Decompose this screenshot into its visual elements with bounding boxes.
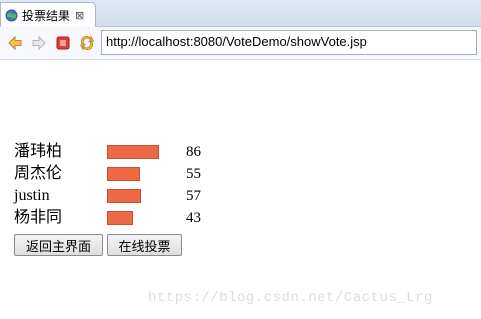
back-to-main-button[interactable]: 返回主界面 [14,234,103,256]
candidate-name: 周杰伦 [14,165,63,182]
watermark-text: https://blog.csdn.net/Cactus_Lrg [148,290,433,306]
tab-vote-result[interactable]: 投票结果 ⊠ [0,2,96,27]
candidate-name: justin [14,187,50,204]
candidate-name: 杨非同 [14,209,63,226]
vote-bar [107,145,159,159]
vote-bar [107,211,133,225]
vote-count: 55 [186,166,201,182]
forward-arrow-icon[interactable] [31,35,47,51]
vote-row: 潘玮柏 86 [0,142,300,162]
vote-row: justin 57 [0,186,300,206]
vote-bar [107,189,141,203]
vote-count: 43 [186,210,201,226]
globe-icon [5,9,18,21]
vote-online-button[interactable]: 在线投票 [107,234,182,256]
stop-icon[interactable] [55,35,71,51]
candidate-name: 潘玮柏 [14,143,63,160]
vote-bar [107,167,140,181]
vote-row: 周杰伦 55 [0,164,300,184]
vote-count: 86 [186,144,201,160]
close-icon[interactable]: ⊠ [75,10,84,21]
tab-bar: 投票结果 ⊠ [0,0,481,27]
vote-count: 57 [186,188,201,204]
vote-row: 杨非同 43 [0,208,300,228]
url-input[interactable]: http://localhost:8080/VoteDemo/showVote.… [101,30,477,55]
refresh-icon[interactable] [79,35,95,51]
tab-title: 投票结果 [22,8,71,23]
back-arrow-icon[interactable] [7,35,23,51]
